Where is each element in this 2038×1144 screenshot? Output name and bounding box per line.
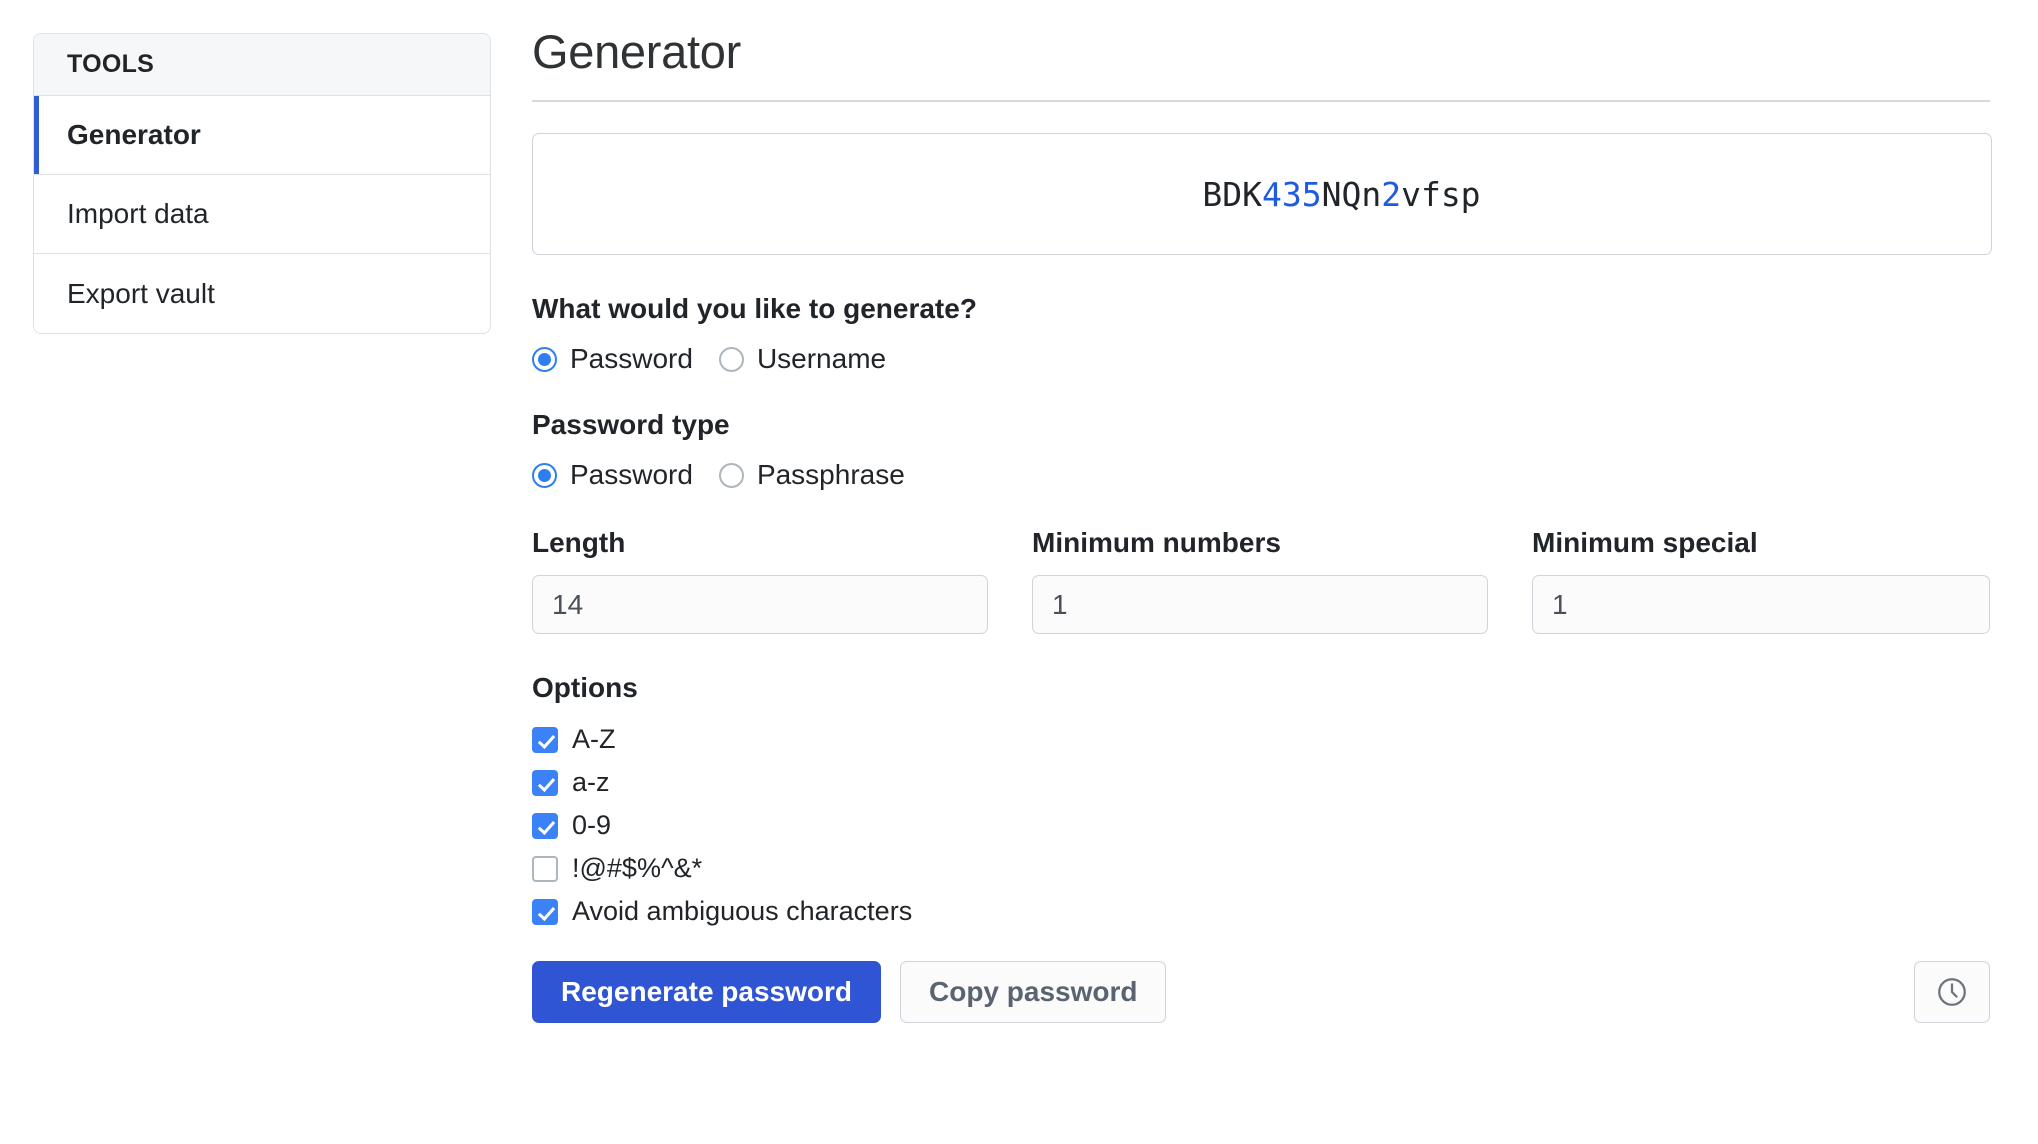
radio-label: Password bbox=[570, 343, 693, 375]
sidebar-item-generator[interactable]: Generator bbox=[34, 96, 490, 175]
sidebar-item-label: Export vault bbox=[67, 277, 215, 309]
checkbox-checked-icon bbox=[532, 769, 558, 796]
field-label: Length bbox=[532, 527, 626, 559]
radio-generate-password[interactable]: Password bbox=[532, 343, 693, 375]
generate-question-label: What would you like to generate? bbox=[532, 293, 977, 325]
checkbox-checked-icon bbox=[532, 898, 558, 925]
field-length: Length 14 bbox=[532, 527, 988, 635]
page-title: Generator bbox=[532, 25, 741, 78]
checkbox-label: !@#$%^&* bbox=[572, 853, 703, 884]
radio-type-passphrase[interactable]: Passphrase bbox=[718, 459, 905, 491]
password-segment-digits: 435 bbox=[1261, 174, 1322, 214]
checkbox-label: A-Z bbox=[572, 724, 616, 755]
generated-password-text: BDK435NQn2vfsp bbox=[1043, 136, 1480, 253]
password-segment-letters: BDK bbox=[1202, 174, 1262, 214]
radio-unselected-icon bbox=[718, 462, 744, 488]
copy-password-button[interactable]: Copy password bbox=[900, 961, 1167, 1024]
checkbox-checked-icon bbox=[532, 812, 558, 839]
clock-icon bbox=[1935, 975, 1969, 1009]
title-divider bbox=[532, 100, 1990, 103]
radio-label: Passphrase bbox=[756, 459, 905, 491]
main-content: Generator BDK435NQn2vfsp What would you … bbox=[532, 0, 1992, 1024]
password-segment-letters: NQn bbox=[1321, 174, 1382, 214]
radio-generate-username[interactable]: Username bbox=[718, 343, 887, 375]
password-segment-letters: vfsp bbox=[1401, 174, 1481, 214]
regenerate-password-button[interactable]: Regenerate password bbox=[532, 961, 881, 1024]
sidebar-item-label: Generator bbox=[67, 119, 201, 150]
password-segment-digits: 2 bbox=[1381, 174, 1402, 214]
numeric-fields-row: Length 14 Minimum numbers 1 Minimum spec… bbox=[532, 527, 1992, 635]
generated-password-box[interactable]: BDK435NQn2vfsp bbox=[532, 133, 1992, 256]
password-history-button[interactable] bbox=[1914, 961, 1990, 1024]
field-minimum-special: Minimum special 1 bbox=[1532, 527, 1990, 635]
generator-page: TOOLS Generator Import data Export vault… bbox=[0, 0, 2038, 1144]
length-input[interactable]: 14 bbox=[532, 575, 988, 635]
checkbox-avoid-ambiguous[interactable]: Avoid ambiguous characters bbox=[532, 890, 1992, 933]
checkbox-special-characters[interactable]: !@#$%^&* bbox=[532, 847, 1992, 890]
minimum-special-input[interactable]: 1 bbox=[1532, 575, 1990, 635]
field-label: Minimum special bbox=[1532, 527, 1758, 559]
tools-sidebar: TOOLS Generator Import data Export vault bbox=[33, 33, 491, 334]
checkbox-lowercase[interactable]: a-z bbox=[532, 761, 1992, 804]
generate-type-radio-group: Password Username bbox=[532, 343, 1992, 375]
checkbox-label: 0-9 bbox=[572, 810, 612, 841]
password-type-label: Password type bbox=[532, 409, 730, 441]
checkbox-checked-icon bbox=[532, 726, 558, 753]
field-minimum-numbers: Minimum numbers 1 bbox=[1032, 527, 1488, 635]
options-label: Options bbox=[532, 672, 638, 704]
radio-selected-icon bbox=[532, 346, 557, 372]
radio-unselected-icon bbox=[718, 346, 744, 372]
checkbox-numbers[interactable]: 0-9 bbox=[532, 804, 1992, 847]
options-checkbox-group: A-Z a-z 0-9 !@#$%^&* Avoid ambiguous cha… bbox=[532, 718, 1992, 933]
checkbox-uppercase[interactable]: A-Z bbox=[532, 718, 1992, 761]
sidebar-item-export-vault[interactable]: Export vault bbox=[34, 254, 490, 333]
sidebar-item-label: Import data bbox=[67, 198, 209, 229]
sidebar-item-import-data[interactable]: Import data bbox=[34, 175, 490, 254]
radio-label: Username bbox=[756, 343, 887, 375]
field-label: Minimum numbers bbox=[1032, 527, 1281, 559]
sidebar-header: TOOLS bbox=[34, 34, 490, 96]
checkbox-unchecked-icon bbox=[532, 855, 558, 882]
radio-type-password[interactable]: Password bbox=[532, 459, 693, 491]
minimum-numbers-input[interactable]: 1 bbox=[1032, 575, 1488, 635]
checkbox-label: Avoid ambiguous characters bbox=[572, 896, 913, 927]
checkbox-label: a-z bbox=[572, 767, 610, 798]
sidebar-header-title: TOOLS bbox=[67, 50, 155, 78]
password-type-radio-group: Password Passphrase bbox=[532, 459, 1992, 491]
action-buttons-row: Regenerate password Copy password bbox=[532, 961, 1992, 1024]
radio-selected-icon bbox=[532, 462, 557, 488]
radio-label: Password bbox=[570, 459, 693, 491]
